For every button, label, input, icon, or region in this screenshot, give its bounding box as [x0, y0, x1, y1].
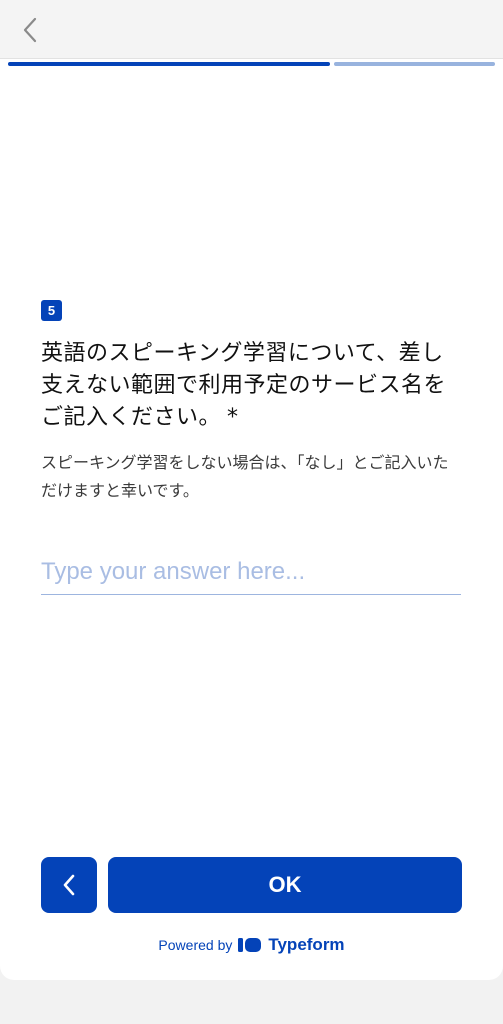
progress-bar-track	[334, 62, 495, 66]
previous-button[interactable]	[41, 857, 97, 913]
powered-by-label: Powered by	[158, 937, 233, 953]
question-text: 英語のスピーキング学習について、差し支えない範囲で利用予定のサービス名をご記入く…	[41, 338, 461, 434]
powered-by-typeform[interactable]: Powered by Typeform	[0, 935, 503, 955]
question-number-badge: 5	[41, 300, 62, 321]
typeform-logo-icon	[238, 937, 262, 953]
ok-button[interactable]: OK	[108, 857, 462, 913]
answer-input[interactable]	[41, 550, 461, 595]
chevron-left-icon	[23, 17, 37, 43]
question-description: スピーキング学習をしない場合は、「なし」とご記入いただけますと幸いです。	[41, 453, 449, 500]
typeform-brand: Typeform	[268, 935, 345, 954]
top-bar	[0, 0, 503, 59]
required-marker: *	[227, 405, 239, 430]
chevron-left-icon	[63, 874, 75, 896]
progress-bar-fill	[8, 62, 330, 66]
form-card: 5 英語のスピーキング学習について、差し支えない範囲で利用予定のサービス名をご記…	[0, 59, 503, 980]
back-button[interactable]	[12, 12, 48, 48]
question-label: 英語のスピーキング学習について、差し支えない範囲で利用予定のサービス名をご記入く…	[41, 341, 447, 430]
